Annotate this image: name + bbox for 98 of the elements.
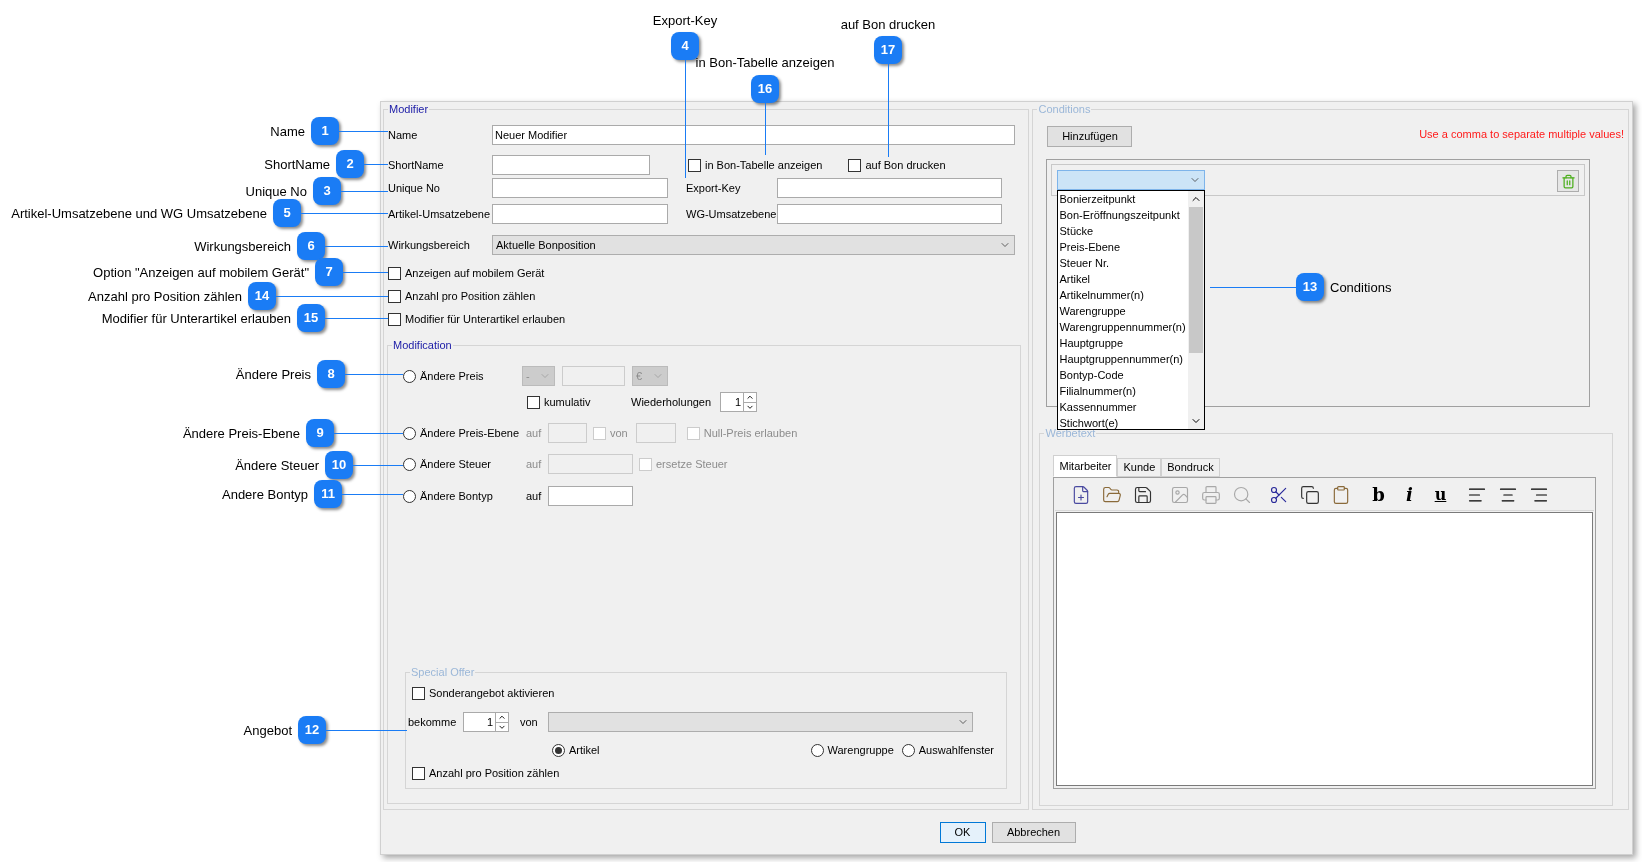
checkbox[interactable]: kumulativ xyxy=(527,393,631,411)
leader-line xyxy=(325,318,388,319)
callout-label: Anzahl pro Position zählen xyxy=(88,288,242,306)
leader-line xyxy=(343,272,388,273)
callout-label: Option "Anzeigen auf mobilem Gerät" xyxy=(93,264,309,282)
callout-label: Angebot xyxy=(243,722,292,740)
folder-icon xyxy=(1102,484,1123,505)
field-label: Name xyxy=(388,127,419,143)
field-label: ShortName xyxy=(388,157,445,173)
input-field[interactable] xyxy=(548,454,633,474)
input-field[interactable] xyxy=(492,155,650,175)
field-label: Export-Key xyxy=(686,180,742,196)
number-badge: 6 xyxy=(297,232,325,260)
input-field[interactable] xyxy=(777,178,1002,198)
checkbox[interactable]: auf Bon drucken xyxy=(848,156,946,174)
callout-label: Wirkungsbereich xyxy=(194,238,291,256)
leader-line xyxy=(765,103,766,155)
input-field[interactable] xyxy=(777,204,1002,224)
callout-label: ShortName xyxy=(264,156,330,174)
leader-line xyxy=(341,191,388,192)
number-badge: 11 xyxy=(314,480,342,508)
leader-line xyxy=(325,246,388,247)
field-label: auf xyxy=(526,425,543,441)
input-field[interactable] xyxy=(492,178,668,198)
leader-line xyxy=(353,465,403,466)
input-field[interactable] xyxy=(548,486,633,506)
field-label: auf xyxy=(526,488,543,504)
number-badge: 9 xyxy=(306,419,334,447)
callout-label: Unique No xyxy=(245,183,307,201)
trash-icon xyxy=(1561,173,1576,189)
input-field[interactable]: Neuer Modifier xyxy=(492,125,1015,145)
group-legend: Modification xyxy=(392,338,453,352)
checkbox[interactable]: Modifier für Unterartikel erlauben xyxy=(388,311,566,328)
number-badge: 14 xyxy=(248,282,276,310)
input-field[interactable] xyxy=(492,204,668,224)
callout-label: Export-Key xyxy=(652,12,718,30)
number-badge: 1 xyxy=(311,117,339,145)
group-legend: Conditions xyxy=(1037,102,1092,116)
checkbox[interactable]: Anzeigen auf mobilem Gerät xyxy=(388,265,545,282)
dialog-button[interactable]: OK xyxy=(939,821,986,843)
picture-icon xyxy=(1170,484,1191,505)
callout-label: Artikel-Umsatzebene und WG Umsatzebene xyxy=(11,205,267,223)
leader-line xyxy=(339,131,388,132)
dropdown[interactable] xyxy=(1057,170,1206,190)
number-badge: 5 xyxy=(273,199,301,227)
printer-icon xyxy=(1201,484,1222,505)
input-field[interactable] xyxy=(548,423,587,443)
field-label: auf xyxy=(526,456,543,472)
field-label: Unique No xyxy=(388,180,441,196)
callout-label: Ändere Preis xyxy=(235,366,311,384)
scroll-thumb[interactable] xyxy=(1189,207,1204,353)
field-label: Wirkungsbereich xyxy=(388,237,471,253)
field-label: von xyxy=(520,714,539,730)
field-label: Artikel-Umsatzebene xyxy=(388,206,492,222)
radio-button[interactable]: Ändere Bontyp xyxy=(403,487,522,505)
leader-line xyxy=(345,374,403,375)
number-badge: 17 xyxy=(874,36,902,64)
group-legend: Modifier xyxy=(388,102,430,116)
magnifier-icon xyxy=(1232,484,1253,505)
number-badge: 8 xyxy=(317,360,345,388)
callout-label: Ändere Steuer xyxy=(235,457,319,475)
number-badge: 10 xyxy=(325,451,353,479)
input-field[interactable] xyxy=(562,366,625,386)
callout-label: Andere Bontyp xyxy=(222,486,308,504)
leader-line xyxy=(342,494,403,495)
number-badge: 13 xyxy=(1296,273,1324,301)
checkbox[interactable]: in Bon-Tabelle anzeigen xyxy=(688,156,823,174)
hint-text: Use a comma to separate multiple values! xyxy=(1419,127,1624,142)
number-badge: 7 xyxy=(315,258,343,286)
number-badge: 2 xyxy=(336,150,364,178)
down-arrow-icon[interactable] xyxy=(744,401,756,411)
field-label: WG-Umsatzebene xyxy=(686,206,777,222)
leader-line xyxy=(334,433,403,434)
number-badge: 16 xyxy=(751,75,779,103)
leader-line xyxy=(364,164,388,165)
radio-button[interactable]: Ändere Preis xyxy=(403,367,522,385)
callout-label: Modifier für Unterartikel erlauben xyxy=(101,310,291,328)
input-field[interactable] xyxy=(635,423,676,443)
callout-label: auf Bon drucken xyxy=(840,16,936,34)
field-label: bekomme xyxy=(408,714,458,730)
callout-label: Conditions xyxy=(1330,279,1392,297)
checkbox[interactable]: Anzahl pro Position zählen xyxy=(388,288,536,305)
callout-label: Name xyxy=(270,123,305,141)
down-arrow-icon[interactable] xyxy=(496,721,508,731)
scrollbar[interactable] xyxy=(1188,191,1205,429)
delete-button[interactable] xyxy=(1557,170,1580,192)
number-badge: 12 xyxy=(298,716,326,744)
dropdown[interactable]: Aktuelle Bonposition xyxy=(492,235,1015,255)
number-badge: 15 xyxy=(297,304,325,332)
number-badge: 3 xyxy=(313,177,341,205)
copy-icon xyxy=(1300,484,1321,505)
dropdown[interactable] xyxy=(548,712,973,732)
number-badge: 4 xyxy=(671,32,699,60)
group-legend: Special Offer xyxy=(410,665,476,679)
spin-field[interactable]: 1 xyxy=(720,392,757,412)
dialog-button[interactable]: Abbrechen xyxy=(991,821,1076,843)
field-label: Wiederholungen xyxy=(631,394,713,410)
callout-label: Ändere Preis-Ebene xyxy=(182,425,300,443)
